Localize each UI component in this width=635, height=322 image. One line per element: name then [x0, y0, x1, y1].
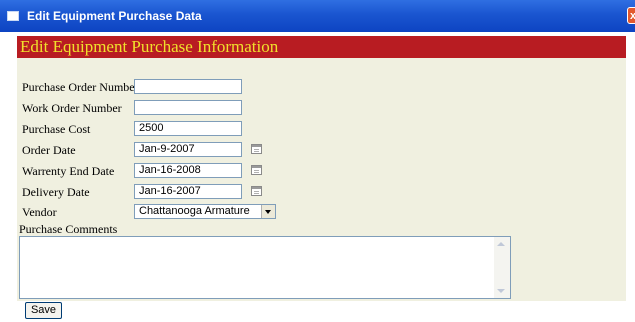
- order-date-label: Order Date: [22, 143, 76, 157]
- purchase-order-number-input[interactable]: [134, 79, 242, 94]
- window-icon: [7, 11, 19, 21]
- delivery-date-input[interactable]: Jan-16-2007: [134, 184, 242, 199]
- dropdown-arrow-icon[interactable]: [261, 205, 275, 218]
- comments-scrollbar[interactable]: [494, 237, 510, 298]
- work-order-number-label: Work Order Number: [22, 101, 122, 115]
- scroll-down-icon[interactable]: [496, 287, 506, 295]
- window-titlebar[interactable]: Edit Equipment Purchase Data x: [0, 0, 635, 32]
- order-date-calendar-icon[interactable]: [251, 144, 262, 154]
- vendor-label: Vendor: [22, 205, 57, 219]
- form-heading: Edit Equipment Purchase Information: [20, 37, 279, 56]
- warrenty-end-date-input[interactable]: Jan-16-2008: [134, 163, 242, 178]
- delivery-date-calendar-icon[interactable]: [251, 186, 262, 196]
- work-order-number-input[interactable]: [134, 100, 242, 115]
- warrenty-end-date-calendar-icon[interactable]: [251, 165, 262, 175]
- window-title: Edit Equipment Purchase Data: [27, 9, 202, 23]
- vendor-selected-value: Chattanooga Armature: [139, 205, 250, 217]
- purchase-comments-label: Purchase Comments: [19, 222, 118, 236]
- form-header: Edit Equipment Purchase Information: [17, 36, 626, 58]
- warrenty-end-date-label: Warrenty End Date: [22, 164, 115, 178]
- order-date-input[interactable]: Jan-9-2007: [134, 142, 242, 157]
- purchase-cost-input[interactable]: 2500: [134, 121, 242, 136]
- close-icon[interactable]: x: [627, 7, 635, 24]
- scroll-up-icon[interactable]: [496, 240, 506, 248]
- purchase-comments-textarea[interactable]: [19, 236, 511, 299]
- vendor-select[interactable]: Chattanooga Armature: [134, 204, 276, 219]
- purchase-cost-label: Purchase Cost: [22, 122, 91, 136]
- delivery-date-label: Delivery Date: [22, 185, 90, 199]
- save-button[interactable]: Save: [25, 302, 62, 319]
- purchase-order-number-label: Purchase Order Number: [22, 80, 139, 94]
